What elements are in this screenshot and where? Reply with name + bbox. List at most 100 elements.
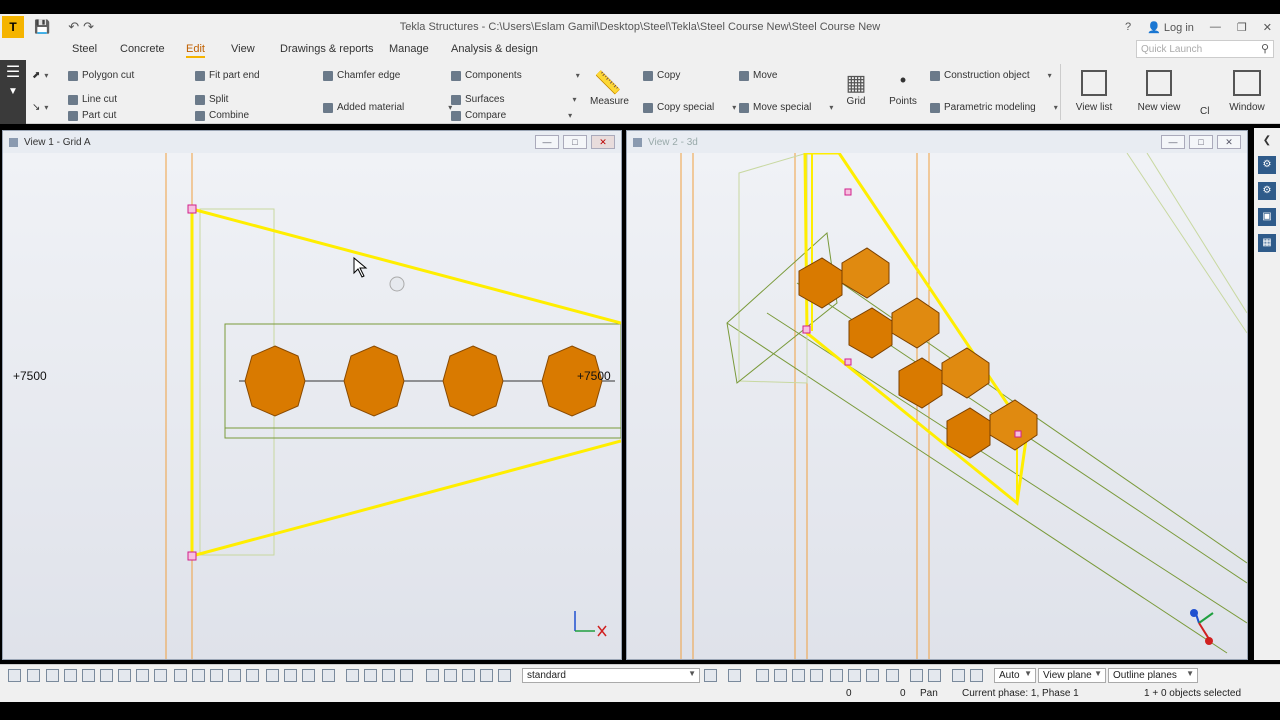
handle-point[interactable] — [187, 204, 197, 214]
collapse-panel-icon[interactable]: ❮ — [1258, 132, 1276, 150]
catalog-icon[interactable]: ▦ — [1258, 234, 1276, 252]
view-1-minimize-button[interactable]: — — [535, 135, 559, 149]
select-points-icon[interactable] — [46, 669, 59, 682]
restore-button[interactable]: ❐ — [1237, 21, 1247, 34]
view-2-maximize-button[interactable]: □ — [1189, 135, 1213, 149]
undo-icon[interactable]: ↶ — [68, 19, 79, 35]
outline-mode-dropdown[interactable]: Outline planes ▼ — [1108, 668, 1198, 683]
chevron-down-icon[interactable]: ▼ — [0, 86, 26, 97]
handle-point[interactable] — [187, 551, 197, 561]
snap-points-icon[interactable] — [382, 669, 395, 682]
measure-button[interactable]: 📏 Measure — [590, 70, 629, 107]
menu-edit[interactable]: Edit — [186, 43, 205, 58]
surfaces-button[interactable]: Surfaces ▾ — [451, 94, 576, 105]
select-views-icon[interactable] — [136, 669, 149, 682]
select-tool[interactable]: ⬈ ▾ — [32, 70, 48, 81]
snap-midpoint-icon[interactable] — [444, 669, 457, 682]
select-assemblies-icon[interactable] — [266, 669, 279, 682]
snap-mode-dropdown[interactable]: Auto ▼ — [994, 668, 1036, 683]
snap-center-icon[interactable] — [756, 669, 769, 682]
tekla-logo-icon[interactable]: T — [2, 16, 24, 38]
move-button[interactable]: Move — [739, 70, 777, 81]
select-in-components-icon[interactable] — [970, 669, 983, 682]
menu-analysis-design[interactable]: Analysis & design — [451, 43, 538, 55]
select-all-icon[interactable] — [8, 669, 21, 682]
select-plane-icon[interactable] — [210, 669, 223, 682]
select-layers-icon[interactable] — [302, 669, 315, 682]
view-2-drawing[interactable] — [627, 153, 1247, 659]
copy-special-button[interactable]: Copy special ▾ — [643, 102, 736, 113]
bolt-head[interactable] — [442, 345, 504, 417]
view-list-button[interactable]: View list — [1073, 70, 1115, 113]
selection-filter-dropdown[interactable]: standard ▼ — [522, 668, 700, 683]
view-1-titlebar[interactable]: View 1 - Grid A — □ ✕ — [3, 131, 621, 153]
menu-view[interactable]: View — [231, 43, 255, 55]
snap-angle-icon[interactable] — [848, 669, 861, 682]
save-icon[interactable]: 💾 — [34, 19, 50, 35]
property-icon[interactable]: ⚙ — [1258, 156, 1276, 174]
select-objects-icon[interactable] — [284, 669, 297, 682]
grid-button[interactable]: ▦ Grid — [843, 70, 869, 107]
minimize-button[interactable]: — — [1210, 21, 1221, 33]
redo-icon[interactable]: ↷ — [83, 19, 94, 35]
view-2-titlebar[interactable]: View 2 - 3d — □ ✕ — [627, 131, 1247, 153]
added-material-button[interactable]: Added material ▾ — [323, 102, 452, 113]
select-grid-icon[interactable] — [64, 669, 77, 682]
snap-arc-icon[interactable] — [400, 669, 413, 682]
components-button[interactable]: Components ▾ — [451, 70, 580, 81]
points-button[interactable]: • Points — [888, 70, 918, 107]
select-connections-icon[interactable] — [228, 669, 241, 682]
snap-end-icon[interactable] — [774, 669, 787, 682]
snap-perpendicular-icon[interactable] — [480, 669, 493, 682]
menu-drawings-reports[interactable]: Drawings & reports — [280, 43, 374, 55]
hamburger-icon[interactable]: ☰ — [0, 62, 26, 82]
select-reinforcement-icon[interactable] — [246, 669, 259, 682]
side-nav[interactable]: ☰ ▼ — [0, 60, 26, 124]
snap-override-icon[interactable] — [426, 669, 439, 682]
compare-button[interactable]: Compare ▾ — [451, 110, 572, 121]
ortho-icon[interactable] — [910, 669, 923, 682]
split-button[interactable]: Split — [195, 94, 228, 105]
menu-steel[interactable]: Steel — [72, 43, 97, 55]
bolt[interactable] — [898, 347, 990, 409]
bolt-head[interactable] — [343, 345, 405, 417]
polygon-cut-button[interactable]: Polygon cut — [68, 70, 134, 81]
snap-triangle-icon[interactable] — [810, 669, 823, 682]
handle-point[interactable] — [844, 358, 852, 366]
view-1-canvas[interactable]: +7500 +7500 — [3, 153, 621, 659]
view-2-canvas[interactable] — [627, 153, 1247, 659]
settings-icon[interactable]: ⚙ — [1258, 182, 1276, 200]
line-cut-button[interactable]: Line cut — [68, 94, 117, 105]
bolt-head[interactable] — [244, 345, 306, 417]
snap-nearest-icon[interactable] — [498, 669, 511, 682]
new-view-button[interactable]: New view — [1136, 70, 1182, 113]
cube-icon[interactable]: ▣ — [1258, 208, 1276, 226]
handle-point[interactable] — [844, 188, 852, 196]
combine-button[interactable]: Combine — [195, 110, 249, 121]
select-gridline-icon[interactable] — [82, 669, 95, 682]
view-2-minimize-button[interactable]: — — [1161, 135, 1185, 149]
drag-drop-icon[interactable] — [952, 669, 965, 682]
handle-point[interactable] — [1014, 430, 1022, 438]
select-bolts-icon[interactable] — [154, 669, 167, 682]
snap-tangent-icon[interactable] — [886, 669, 899, 682]
snap-geometry-icon[interactable] — [364, 669, 377, 682]
select-surfaces-icon[interactable] — [322, 669, 335, 682]
part-cut-button[interactable]: Part cut — [68, 110, 116, 121]
window-button[interactable]: Window — [1222, 70, 1272, 113]
parametric-modeling-button[interactable]: Parametric modeling ▾ — [930, 102, 1058, 113]
select-details-icon[interactable] — [192, 669, 205, 682]
smart-select-icon[interactable] — [928, 669, 941, 682]
snap-cross-icon[interactable] — [830, 669, 843, 682]
menu-concrete[interactable]: Concrete — [120, 43, 165, 55]
close-button[interactable]: ✕ — [1263, 21, 1272, 34]
select-cuts-icon[interactable] — [118, 669, 131, 682]
fit-part-end-button[interactable]: Fit part end — [195, 70, 260, 81]
copy-button[interactable]: Copy — [643, 70, 680, 81]
snap-free-icon[interactable] — [866, 669, 879, 682]
view-1-maximize-button[interactable]: □ — [563, 135, 587, 149]
bolt[interactable] — [848, 297, 940, 359]
view-1-drawing[interactable] — [3, 153, 621, 659]
chamfer-edge-button[interactable]: Chamfer edge — [323, 70, 400, 81]
move-special-button[interactable]: Move special ▾ — [739, 102, 833, 113]
